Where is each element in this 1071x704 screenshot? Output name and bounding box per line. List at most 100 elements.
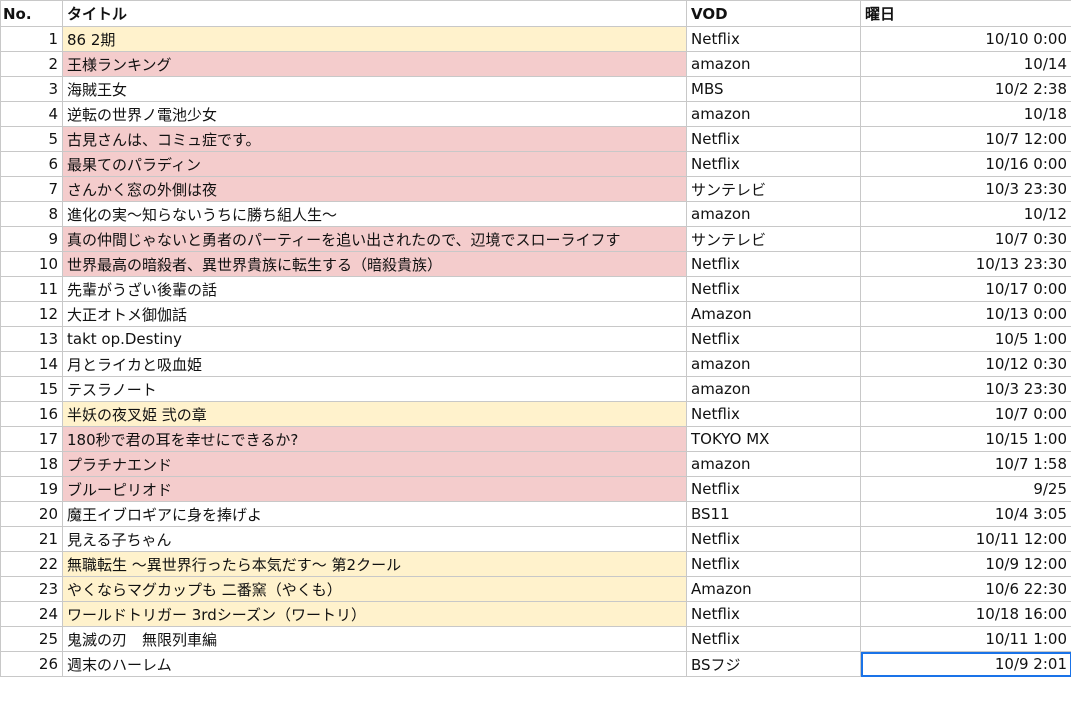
cell-vod[interactable]: amazon	[686, 451, 861, 477]
cell-no[interactable]: 18	[0, 451, 63, 477]
cell-vod[interactable]: Netflix	[686, 526, 861, 552]
cell-title[interactable]: 大正オトメ御伽話	[62, 301, 687, 327]
cell-vod[interactable]: Netflix	[686, 626, 861, 652]
cell-no[interactable]: 8	[0, 201, 63, 227]
cell-title[interactable]: 180秒で君の耳を幸せにできるか?	[62, 426, 687, 452]
cell-vod[interactable]: Amazon	[686, 301, 861, 327]
cell-no[interactable]: 23	[0, 576, 63, 602]
header-vod[interactable]: VOD	[686, 0, 861, 27]
cell-title[interactable]: 最果てのパラディン	[62, 151, 687, 177]
cell-title[interactable]: 先輩がうざい後輩の話	[62, 276, 687, 302]
header-title[interactable]: タイトル	[62, 0, 687, 27]
cell-vod[interactable]: BSフジ	[686, 651, 861, 677]
cell-day[interactable]: 10/10 0:00	[860, 26, 1071, 52]
cell-day[interactable]: 10/3 23:30	[860, 176, 1071, 202]
cell-title[interactable]: 月とライカと吸血姫	[62, 351, 687, 377]
cell-day[interactable]: 10/18 16:00	[860, 601, 1071, 627]
header-no[interactable]: No.	[0, 0, 63, 27]
cell-day[interactable]: 10/7 0:00	[860, 401, 1071, 427]
cell-vod[interactable]: amazon	[686, 101, 861, 127]
cell-day[interactable]: 9/25	[860, 476, 1071, 502]
cell-no[interactable]: 7	[0, 176, 63, 202]
cell-vod[interactable]: Netflix	[686, 251, 861, 277]
cell-day[interactable]: 10/4 3:05	[860, 501, 1071, 527]
cell-title[interactable]: さんかく窓の外側は夜	[62, 176, 687, 202]
cell-no[interactable]: 24	[0, 601, 63, 627]
cell-no[interactable]: 26	[0, 651, 63, 677]
cell-vod[interactable]: Netflix	[686, 326, 861, 352]
cell-day[interactable]: 10/18	[860, 101, 1071, 127]
cell-vod[interactable]: TOKYO MX	[686, 426, 861, 452]
cell-day[interactable]: 10/12 0:30	[860, 351, 1071, 377]
cell-title[interactable]: テスラノート	[62, 376, 687, 402]
cell-day[interactable]: 10/6 22:30	[860, 576, 1071, 602]
cell-title[interactable]: 魔王イブロギアに身を捧げよ	[62, 501, 687, 527]
cell-title[interactable]: 逆転の世界ノ電池少女	[62, 101, 687, 127]
cell-vod[interactable]: BS11	[686, 501, 861, 527]
cell-title[interactable]: 無職転生 ～異世界行ったら本気だす～ 第2クール	[62, 551, 687, 577]
cell-title[interactable]: 進化の実～知らないうちに勝ち組人生～	[62, 201, 687, 227]
cell-no[interactable]: 5	[0, 126, 63, 152]
cell-day[interactable]: 10/7 0:30	[860, 226, 1071, 252]
cell-day[interactable]: 10/14	[860, 51, 1071, 77]
cell-vod[interactable]: Netflix	[686, 551, 861, 577]
cell-no[interactable]: 6	[0, 151, 63, 177]
cell-title[interactable]: ワールドトリガー 3rdシーズン（ワートリ）	[62, 601, 687, 627]
cell-title[interactable]: 週末のハーレム	[62, 651, 687, 677]
header-day[interactable]: 曜日	[860, 0, 1071, 27]
cell-day[interactable]: 10/3 23:30	[860, 376, 1071, 402]
cell-no[interactable]: 9	[0, 226, 63, 252]
cell-day[interactable]: 10/7 12:00	[860, 126, 1071, 152]
cell-no[interactable]: 11	[0, 276, 63, 302]
cell-title[interactable]: やくならマグカップも 二番窯（やくも）	[62, 576, 687, 602]
cell-title[interactable]: ブルーピリオド	[62, 476, 687, 502]
cell-no[interactable]: 15	[0, 376, 63, 402]
cell-vod[interactable]: Netflix	[686, 601, 861, 627]
cell-day[interactable]: 10/7 1:58	[860, 451, 1071, 477]
cell-day[interactable]: 10/13 23:30	[860, 251, 1071, 277]
cell-no[interactable]: 22	[0, 551, 63, 577]
cell-vod[interactable]: amazon	[686, 351, 861, 377]
cell-no[interactable]: 14	[0, 351, 63, 377]
cell-day[interactable]: 10/16 0:00	[860, 151, 1071, 177]
cell-vod[interactable]: MBS	[686, 76, 861, 102]
cell-vod[interactable]: Netflix	[686, 26, 861, 52]
cell-day[interactable]: 10/12	[860, 201, 1071, 227]
cell-vod[interactable]: amazon	[686, 201, 861, 227]
cell-day[interactable]: 10/17 0:00	[860, 276, 1071, 302]
cell-no[interactable]: 21	[0, 526, 63, 552]
cell-no[interactable]: 4	[0, 101, 63, 127]
cell-no[interactable]: 3	[0, 76, 63, 102]
cell-vod[interactable]: Netflix	[686, 476, 861, 502]
cell-title[interactable]: 王様ランキング	[62, 51, 687, 77]
cell-vod[interactable]: Netflix	[686, 401, 861, 427]
cell-title[interactable]: 古見さんは、コミュ症です。	[62, 126, 687, 152]
cell-vod[interactable]: Netflix	[686, 151, 861, 177]
cell-title[interactable]: 半妖の夜叉姫 弐の章	[62, 401, 687, 427]
cell-vod[interactable]: Amazon	[686, 576, 861, 602]
cell-no[interactable]: 2	[0, 51, 63, 77]
cell-no[interactable]: 10	[0, 251, 63, 277]
cell-title[interactable]: 見える子ちゃん	[62, 526, 687, 552]
cell-vod[interactable]: amazon	[686, 51, 861, 77]
cell-vod[interactable]: サンテレビ	[686, 226, 861, 252]
cell-title[interactable]: 世界最高の暗殺者、異世界貴族に転生する（暗殺貴族）	[62, 251, 687, 277]
cell-title[interactable]: 真の仲間じゃないと勇者のパーティーを追い出されたので、辺境でスローライフす	[62, 226, 687, 252]
cell-no[interactable]: 13	[0, 326, 63, 352]
cell-title[interactable]: 86 2期	[62, 26, 687, 52]
cell-title[interactable]: 鬼滅の刃 無限列車編	[62, 626, 687, 652]
cell-no[interactable]: 20	[0, 501, 63, 527]
cell-vod[interactable]: Netflix	[686, 126, 861, 152]
cell-day[interactable]: 10/9 2:01	[860, 651, 1071, 677]
cell-day[interactable]: 10/9 12:00	[860, 551, 1071, 577]
cell-title[interactable]: プラチナエンド	[62, 451, 687, 477]
cell-day[interactable]: 10/13 0:00	[860, 301, 1071, 327]
cell-title[interactable]: 海賊王女	[62, 76, 687, 102]
cell-title[interactable]: takt op.Destiny	[62, 326, 687, 352]
cell-day[interactable]: 10/11 12:00	[860, 526, 1071, 552]
cell-vod[interactable]: Netflix	[686, 276, 861, 302]
cell-no[interactable]: 12	[0, 301, 63, 327]
cell-no[interactable]: 17	[0, 426, 63, 452]
cell-no[interactable]: 16	[0, 401, 63, 427]
cell-day[interactable]: 10/15 1:00	[860, 426, 1071, 452]
